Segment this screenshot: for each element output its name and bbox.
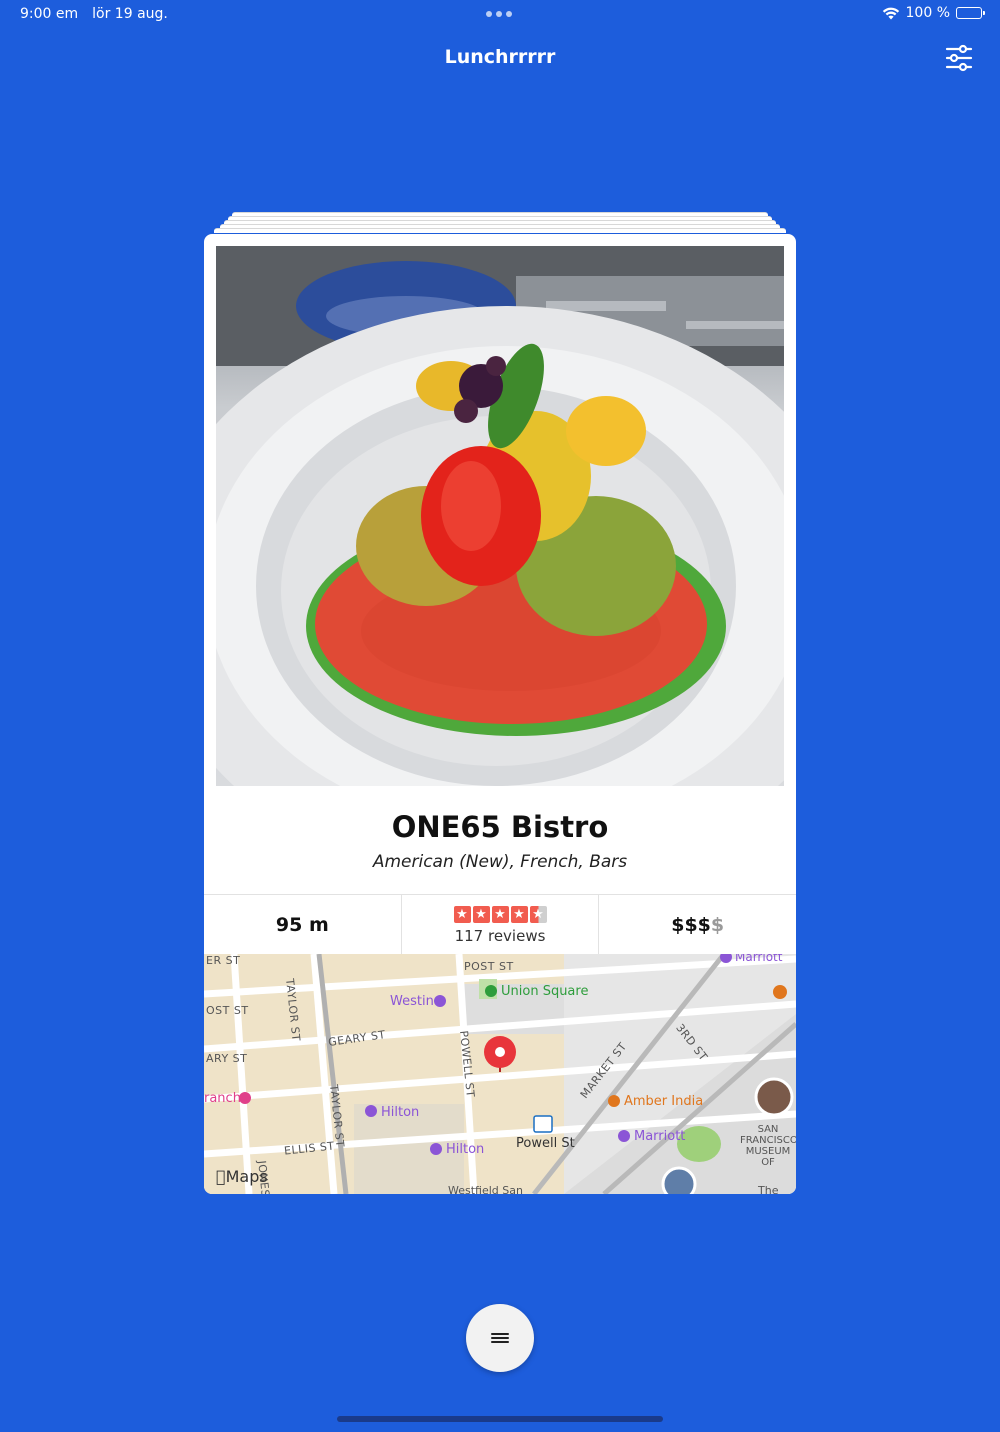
filter-button[interactable] bbox=[944, 44, 974, 72]
poi-ranch[interactable]: ranch bbox=[204, 1091, 241, 1106]
hamburger-icon bbox=[491, 1333, 509, 1343]
restaurant-name: ONE65 Bistro bbox=[391, 810, 609, 844]
poi-westfield[interactable]: Westfield San bbox=[448, 1184, 523, 1194]
wifi-icon bbox=[882, 7, 900, 20]
food-photo bbox=[216, 246, 784, 786]
home-indicator[interactable] bbox=[337, 1416, 663, 1422]
poi-amber-india[interactable]: Amber India bbox=[624, 1094, 703, 1109]
poi-hilton[interactable]: Hilton bbox=[381, 1105, 419, 1120]
street-label: OST ST bbox=[206, 1004, 249, 1017]
poi-sfmoma[interactable]: SAN FRANCISCO MUSEUM OF MODERN ART (SFMO… bbox=[740, 1124, 796, 1168]
star-icon: ★ bbox=[453, 905, 471, 923]
page-title: Lunchrrrrr bbox=[444, 46, 556, 68]
poi-hilton[interactable]: Hilton bbox=[446, 1142, 484, 1157]
distance-cell: 95 m bbox=[204, 895, 402, 955]
street-label: POST ST bbox=[464, 960, 514, 973]
battery-percent: 100 % bbox=[905, 5, 950, 21]
street-label: ARY ST bbox=[206, 1052, 248, 1065]
card-stack-edge bbox=[214, 228, 786, 233]
restaurant-card[interactable]: ONE65 Bistro American (New), French, Bar… bbox=[204, 234, 796, 1194]
status-time-date: 9:00 em lör 19 aug. bbox=[20, 6, 168, 22]
poi-marriott[interactable]: Marriott bbox=[634, 1129, 685, 1144]
apple-maps-logo: Maps bbox=[216, 1167, 268, 1186]
map-view[interactable]: POST ST GEARY ST TAYLOR ST POWELL ST MAR… bbox=[204, 954, 796, 1194]
poi-powell-st-station[interactable]: Powell St bbox=[516, 1136, 575, 1151]
status-date: lör 19 aug. bbox=[92, 6, 168, 22]
price-inactive: $ bbox=[710, 914, 725, 936]
poi-marriott[interactable]: Marriott bbox=[735, 954, 782, 964]
rating-stars: ★ ★ ★ ★ ★ bbox=[453, 905, 547, 923]
sliders-icon bbox=[945, 44, 973, 72]
star-icon: ★ bbox=[472, 905, 490, 923]
maps-logo-text: Maps bbox=[216, 1167, 268, 1186]
poi-the[interactable]: The bbox=[758, 1184, 778, 1194]
poi-union-square[interactable]: Union Square bbox=[501, 984, 588, 999]
battery-icon bbox=[956, 7, 985, 19]
stats-row: 95 m ★ ★ ★ ★ ★ 117 reviews $$$$ bbox=[204, 894, 796, 955]
multitasking-dots[interactable] bbox=[486, 11, 512, 17]
poi-westin[interactable]: Westin bbox=[390, 994, 434, 1009]
street-label: ER ST bbox=[206, 954, 241, 967]
star-icon: ★ bbox=[510, 905, 528, 923]
price-cell: $$$$ bbox=[599, 895, 796, 955]
status-bar: 9:00 em lör 19 aug. 100 % bbox=[0, 0, 1000, 30]
distance-value: 95 m bbox=[275, 914, 329, 936]
restaurant-categories: American (New), French, Bars bbox=[372, 852, 628, 872]
half-star-icon: ★ bbox=[529, 905, 547, 923]
status-right: 100 % bbox=[882, 5, 985, 21]
price-active: $$$ bbox=[671, 914, 711, 936]
rating-cell[interactable]: ★ ★ ★ ★ ★ 117 reviews bbox=[402, 895, 600, 955]
star-icon: ★ bbox=[491, 905, 509, 923]
status-time: 9:00 em bbox=[20, 6, 79, 22]
price-level: $$$$ bbox=[671, 914, 724, 936]
menu-button[interactable] bbox=[466, 1304, 534, 1372]
reviews-count: 117 reviews bbox=[454, 926, 546, 945]
